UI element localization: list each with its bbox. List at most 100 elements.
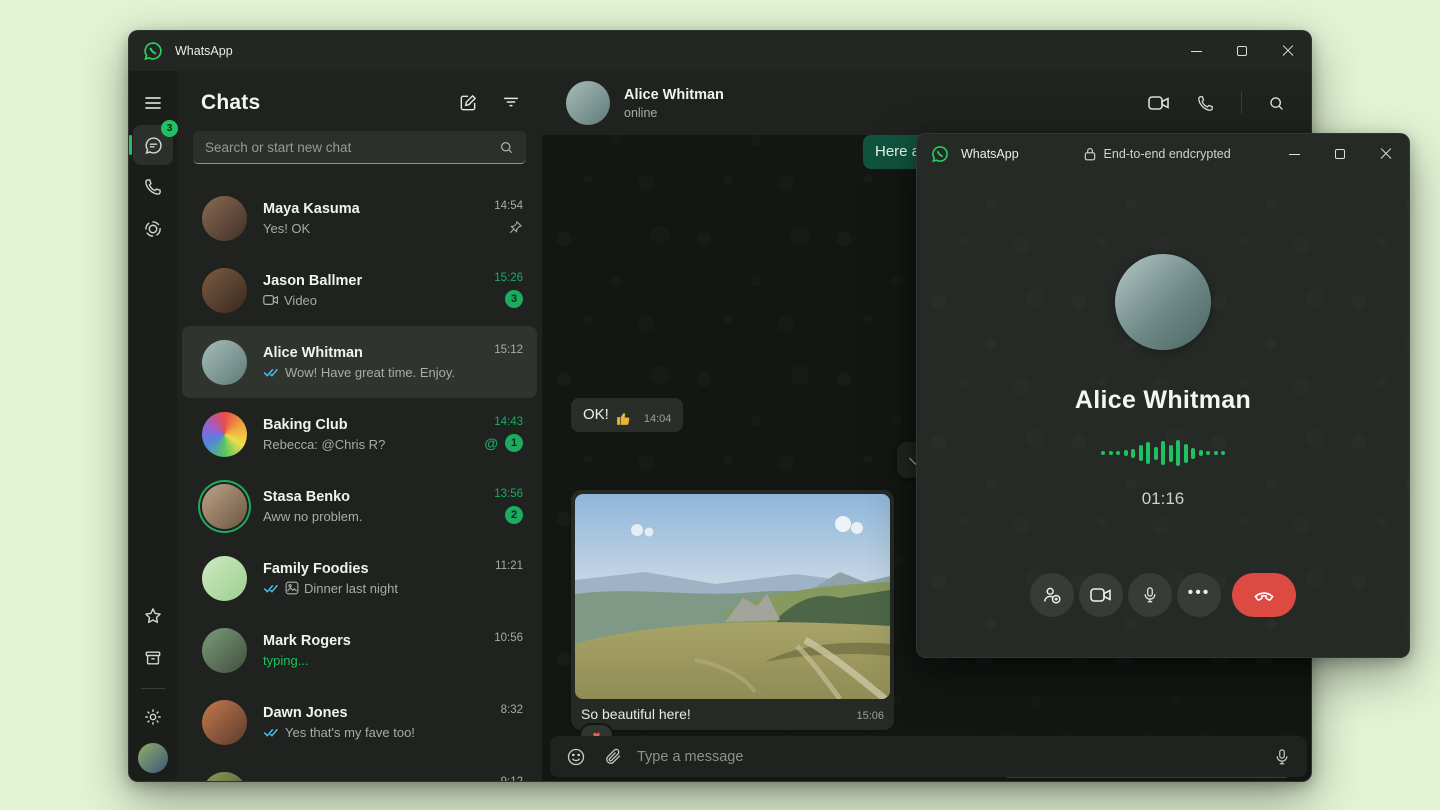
chat-list-item[interactable]: Baking Club [182, 398, 537, 470]
chat-list-item[interactable]: Ziggy Woodley [182, 758, 537, 782]
nav-rail: 3 [129, 71, 177, 782]
header-divider [1241, 92, 1242, 114]
pin-icon [508, 220, 523, 235]
chat-name: Stasa Benko [263, 489, 486, 505]
maximize-button[interactable] [1317, 134, 1363, 174]
chat-time: 15:26 [494, 272, 523, 284]
contact-name: Alice Whitman [624, 87, 724, 103]
microphone-button[interactable] [1128, 573, 1172, 617]
new-chat-button[interactable] [458, 93, 478, 113]
contact-avatar[interactable] [566, 81, 610, 125]
contact-status: online [624, 106, 724, 120]
voice-call-button[interactable] [1196, 94, 1215, 113]
microphone-button[interactable] [1273, 748, 1291, 766]
unread-badge: 3 [505, 290, 523, 308]
chat-list-item[interactable]: Mark Rogers [182, 614, 537, 686]
chat-avatar [202, 196, 247, 241]
settings-button[interactable] [133, 697, 173, 737]
mention-icon: @ [484, 435, 498, 451]
minimize-button[interactable] [1271, 134, 1317, 174]
photo-attachment[interactable] [575, 494, 890, 699]
chats-title: Chats [201, 91, 260, 115]
archived-chats-button[interactable] [133, 638, 173, 678]
call-contact-avatar [1115, 254, 1211, 350]
chat-time: 14:43 [494, 416, 523, 428]
call-controls: ••• [1030, 573, 1296, 617]
call-window: WhatsApp End-to-end endcrypted Alice Whi… [916, 133, 1410, 658]
call-titlebar: WhatsApp End-to-end endcrypted [917, 134, 1409, 174]
chat-name: Alice Whitman [263, 345, 486, 361]
filter-chats-button[interactable] [502, 93, 520, 113]
unread-badge: 1 [505, 434, 523, 452]
starred-messages-button[interactable] [133, 596, 173, 636]
message-time: 14:04 [644, 412, 672, 427]
chat-list: Maya Kasuma [177, 182, 542, 782]
emoji-button[interactable] [566, 747, 586, 767]
chat-name: Mark Rogers [263, 633, 486, 649]
attach-button[interactable] [604, 747, 623, 766]
search-in-chat-button[interactable] [1268, 95, 1285, 112]
video-call-button[interactable] [1148, 95, 1170, 111]
chats-panel: Chats [177, 71, 542, 782]
photo-caption: So beautiful here! [581, 706, 691, 722]
desktop: { "colors": { "desktop_bg": "#e3f4d4", "… [0, 0, 1440, 810]
search-input[interactable] [205, 140, 499, 155]
whatsapp-logo-icon [931, 145, 949, 163]
add-person-button[interactable] [1030, 573, 1074, 617]
chat-last-message: Dinner last night [304, 581, 398, 596]
app-title: WhatsApp [175, 44, 233, 58]
chat-list-item[interactable]: Maya Kasuma [182, 182, 537, 254]
profile-avatar[interactable] [138, 743, 168, 773]
message-time: 15:06 [856, 710, 884, 722]
chat-time: 10:56 [494, 632, 523, 644]
end-call-button[interactable] [1232, 573, 1296, 617]
chat-last-message: Yes! OK [263, 221, 310, 236]
more-options-button[interactable]: ••• [1177, 573, 1221, 617]
call-waveform [1101, 439, 1225, 467]
close-button[interactable] [1363, 134, 1409, 174]
encryption-label: End-to-end endcrypted [1104, 147, 1231, 161]
chat-list-item[interactable]: Dawn Jones [182, 686, 537, 758]
thumbs-up-icon [615, 410, 632, 427]
chat-list-item[interactable]: Alice Whitman [182, 326, 537, 398]
chat-last-message: Video [284, 293, 317, 308]
unread-badge: 2 [505, 506, 523, 524]
conversation-header: Alice Whitman online [542, 71, 1311, 135]
chat-name: Dawn Jones [263, 705, 493, 721]
whatsapp-logo-icon [143, 41, 163, 61]
message-input[interactable] [637, 749, 1259, 765]
lock-icon [1084, 147, 1097, 161]
tab-chats[interactable]: 3 [133, 125, 173, 165]
chat-avatar [202, 412, 247, 457]
chat-name: Jason Ballmer [263, 273, 486, 289]
chat-last-message: typing... [263, 653, 309, 668]
close-button[interactable] [1265, 31, 1311, 71]
video-icon [263, 294, 279, 306]
call-contact-name: Alice Whitman [1075, 386, 1251, 415]
read-receipt-icon [263, 583, 280, 594]
maximize-button[interactable] [1219, 31, 1265, 71]
tab-status[interactable] [133, 209, 173, 249]
chat-avatar [202, 556, 247, 601]
read-receipt-icon [263, 367, 280, 378]
chat-avatar [202, 268, 247, 313]
chat-name: Family Foodies [263, 561, 487, 577]
chat-time: 13:56 [494, 488, 523, 500]
chat-list-item[interactable]: Jason Ballmer [182, 254, 537, 326]
main-titlebar: WhatsApp [129, 31, 1311, 71]
read-receipt-icon [263, 727, 280, 738]
minimize-button[interactable] [1173, 31, 1219, 71]
message-incoming-ok[interactable]: OK! 14:04 [571, 398, 683, 432]
chat-list-item[interactable]: Stasa Benko [182, 470, 537, 542]
message-incoming-photo[interactable]: So beautiful here! 15:06 [571, 490, 894, 730]
chat-list-item[interactable]: Family Foodies [182, 542, 537, 614]
chat-avatar [202, 628, 247, 673]
chat-avatar [202, 700, 247, 745]
menu-button[interactable] [133, 83, 173, 123]
chat-last-message: Rebecca: @Chris R? [263, 437, 385, 452]
chats-unread-badge: 3 [161, 120, 178, 137]
tab-calls[interactable] [133, 167, 173, 207]
call-duration: 01:16 [1142, 489, 1185, 509]
video-button[interactable] [1079, 573, 1123, 617]
message-input-bar [550, 736, 1307, 777]
